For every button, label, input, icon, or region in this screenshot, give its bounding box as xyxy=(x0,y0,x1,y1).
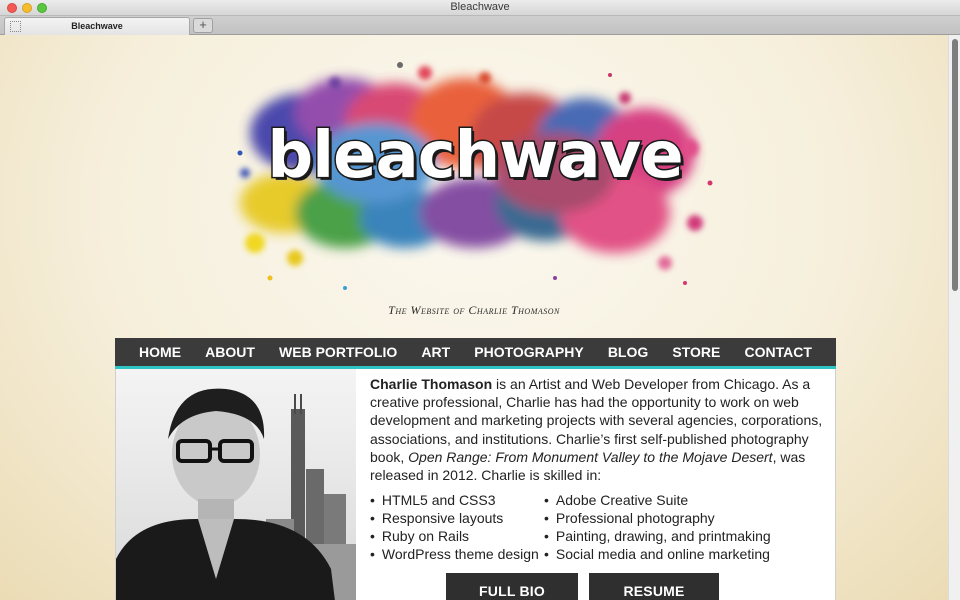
nav-contact[interactable]: CONTACT xyxy=(744,344,811,360)
about-content-panel: Charlie Thomason is an Artist and Web De… xyxy=(115,369,836,600)
site-logo[interactable]: bleachwave xyxy=(225,53,725,293)
skill-item: Social media and online marketing xyxy=(544,545,804,563)
bio-book-title: Open Range: From Monument Valley to the … xyxy=(408,448,773,465)
logo-wordmark: bleachwave xyxy=(266,118,685,195)
nav-about[interactable]: ABOUT xyxy=(205,344,255,360)
skill-item: Professional photography xyxy=(544,509,804,527)
profile-photo xyxy=(116,369,356,600)
skill-item: Painting, drawing, and printmaking xyxy=(544,527,804,545)
window-title: Bleachwave xyxy=(450,1,510,13)
skill-item: Adobe Creative Suite xyxy=(544,491,804,509)
site-tagline: The Website of Charlie Thomason xyxy=(388,303,560,317)
tab-label: Bleachwave xyxy=(71,21,123,31)
skill-item: Ruby on Rails xyxy=(370,527,544,545)
nav-web-portfolio[interactable]: WEB PORTFOLIO xyxy=(279,344,397,360)
nav-blog[interactable]: BLOG xyxy=(608,344,648,360)
main-navigation: HOME ABOUT WEB PORTFOLIO ART PHOTOGRAPHY… xyxy=(115,338,836,369)
vertical-scrollbar[interactable] xyxy=(948,35,960,600)
skill-item: WordPress theme design xyxy=(370,545,544,563)
page-viewport: bleachwave The Website of Charlie Thomas… xyxy=(0,35,948,600)
scrollbar-thumb[interactable] xyxy=(952,39,958,291)
bio-name: Charlie Thomason xyxy=(370,376,493,392)
new-tab-button[interactable]: + xyxy=(193,18,213,33)
nav-art[interactable]: ART xyxy=(421,344,450,360)
bio-paragraph: Charlie Thomason is an Artist and Web De… xyxy=(370,375,830,484)
skill-item: HTML5 and CSS3 xyxy=(370,491,544,509)
resume-button[interactable]: RESUME xyxy=(589,573,719,600)
browser-tab[interactable]: Bleachwave xyxy=(4,17,190,35)
portrait-illustration xyxy=(116,388,356,600)
tab-bar: Bleachwave + xyxy=(0,16,960,35)
skill-item: Responsive layouts xyxy=(370,509,544,527)
skills-list: HTML5 and CSS3 Adobe Creative Suite Resp… xyxy=(370,491,830,563)
window-titlebar: Bleachwave xyxy=(0,0,960,16)
full-bio-button[interactable]: FULL BIO xyxy=(446,573,578,600)
nav-photography[interactable]: PHOTOGRAPHY xyxy=(474,344,583,360)
nav-store[interactable]: STORE xyxy=(672,344,720,360)
nav-home[interactable]: HOME xyxy=(139,344,181,360)
